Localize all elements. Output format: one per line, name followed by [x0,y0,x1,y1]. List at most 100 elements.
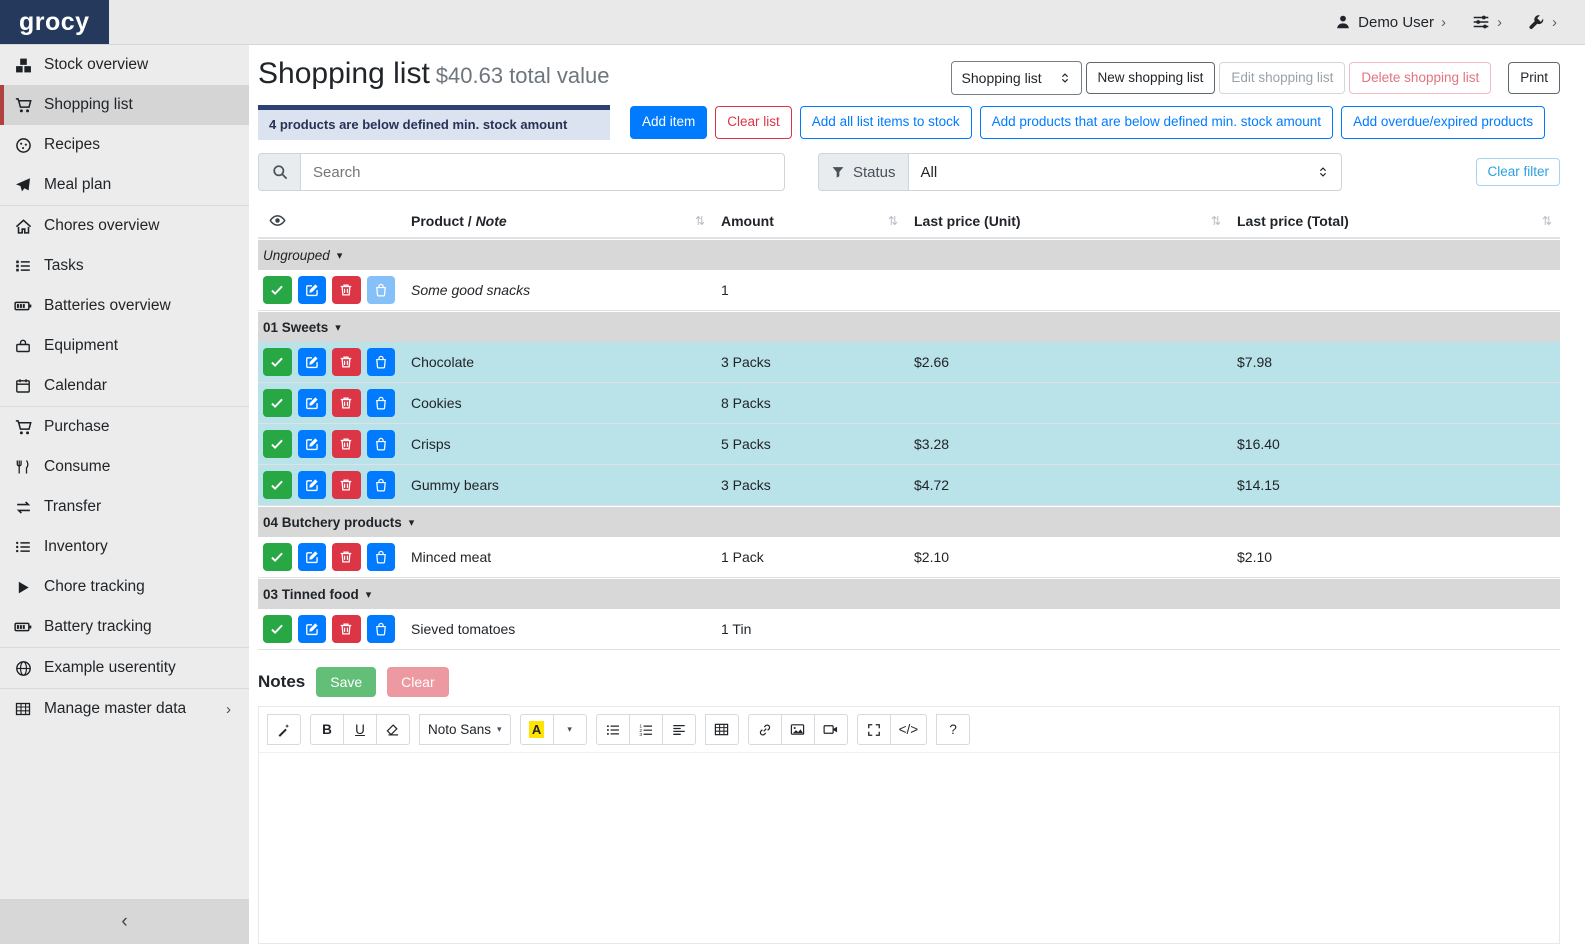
sidebar-item-meal-plan[interactable]: Meal plan [0,165,249,205]
clear-notes-button[interactable]: Clear [387,667,448,697]
column-header-product[interactable]: Product / Note ⇅ [403,205,713,237]
paragraph-align-button[interactable] [662,714,696,745]
add-overdue-products-button[interactable]: Add overdue/expired products [1341,106,1545,138]
sidebar-item-manage-master-data[interactable]: Manage master data › [0,689,249,729]
column-header-last-price-total[interactable]: Last price (Total) ⇅ [1229,205,1560,237]
trash-icon [339,550,353,564]
shopping-cart-icon [13,97,33,114]
sidebar-item-inventory[interactable]: Inventory [0,527,249,567]
mark-done-button[interactable] [263,471,292,499]
fullscreen-button[interactable] [857,714,891,745]
ordered-list-button[interactable] [629,714,663,745]
sidebar-item-example-userentity[interactable]: Example userentity [0,648,249,688]
list-icon [13,539,33,555]
notes-editor-container: B U Noto Sans ▾ A ▾ [258,706,1560,944]
column-header-amount[interactable]: Amount ⇅ [713,205,906,237]
sidebar-item-calendar[interactable]: Calendar [0,366,249,406]
sidebar-collapse-toggle[interactable]: ‹ [0,899,249,944]
boxes-icon [13,57,33,74]
user-menu[interactable]: Demo User › [1335,14,1446,31]
sidebar-item-battery-tracking[interactable]: Battery tracking [0,607,249,647]
app-logo[interactable]: grocy [0,0,109,44]
status-filter-select[interactable]: All [908,153,1342,191]
shopping-list-select[interactable]: Shopping list [951,61,1082,95]
edit-item-button[interactable] [298,615,327,643]
search-input[interactable] [300,153,785,191]
paragraph-style-button[interactable] [267,714,301,745]
shopping-bag-icon [374,478,388,492]
edit-item-button[interactable] [298,471,327,499]
underline-button[interactable]: U [343,714,377,745]
add-item-button[interactable]: Add item [630,106,707,138]
delete-item-button[interactable] [332,276,361,304]
group-header-03-tinned-food[interactable]: 03 Tinned food ▾ [258,579,1560,609]
print-button[interactable]: Print [1508,62,1560,94]
sidebar-item-chores-overview[interactable]: Chores overview [0,206,249,246]
notes-editor[interactable] [259,753,1559,943]
delete-item-button[interactable] [332,471,361,499]
sidebar-item-recipes[interactable]: Recipes [0,125,249,165]
add-to-stock-button[interactable] [367,276,396,304]
last-price-unit: $4.72 [906,477,1229,493]
delete-item-button[interactable] [332,543,361,571]
add-to-stock-button[interactable] [367,389,396,417]
delete-shopping-list-button[interactable]: Delete shopping list [1349,62,1491,94]
group-header-ungrouped[interactable]: Ungrouped ▾ [258,240,1560,270]
add-to-stock-button[interactable] [367,543,396,571]
delete-item-button[interactable] [332,389,361,417]
mark-done-button[interactable] [263,276,292,304]
edit-item-button[interactable] [298,389,327,417]
insert-link-button[interactable] [748,714,782,745]
sidebar-item-stock-overview[interactable]: Stock overview [0,45,249,85]
column-header-last-price-unit[interactable]: Last price (Unit) ⇅ [906,205,1229,237]
sidebar-item-equipment[interactable]: Equipment [0,326,249,366]
insert-picture-button[interactable] [781,714,815,745]
mark-done-button[interactable] [263,543,292,571]
bold-button[interactable]: B [310,714,344,745]
unordered-list-button[interactable] [596,714,630,745]
delete-item-button[interactable] [332,430,361,458]
edit-shopping-list-button[interactable]: Edit shopping list [1219,62,1345,94]
add-to-stock-button[interactable] [367,615,396,643]
sidebar-item-transfer[interactable]: Transfer [0,487,249,527]
sidebar-item-chore-tracking[interactable]: Chore tracking [0,567,249,607]
edit-item-button[interactable] [298,276,327,304]
add-to-stock-button[interactable] [367,348,396,376]
edit-item-button[interactable] [298,430,327,458]
new-shopping-list-button[interactable]: New shopping list [1086,62,1216,94]
help-button[interactable]: ? [936,714,970,745]
group-header-01-sweets[interactable]: 01 Sweets ▾ [258,312,1560,342]
sidebar-item-purchase[interactable]: Purchase [0,407,249,447]
sidebar-item-shopping-list[interactable]: Shopping list [0,85,249,125]
clear-formatting-button[interactable] [376,714,410,745]
text-color-button[interactable]: A [520,714,554,745]
highlight-color-swatch: A [529,721,544,738]
delete-item-button[interactable] [332,348,361,376]
group-header-04-butchery-products[interactable]: 04 Butchery products ▾ [258,507,1560,537]
search-group [258,153,785,191]
add-to-stock-button[interactable] [367,430,396,458]
sidebar-item-tasks[interactable]: Tasks [0,246,249,286]
mark-done-button[interactable] [263,348,292,376]
add-to-stock-button[interactable] [367,471,396,499]
add-all-to-stock-button[interactable]: Add all list items to stock [800,106,972,138]
code-view-button[interactable]: </> [890,714,928,745]
add-below-min-stock-button[interactable]: Add products that are below defined min.… [980,106,1333,138]
insert-table-button[interactable] [705,714,739,745]
mark-done-button[interactable] [263,615,292,643]
admin-menu[interactable]: › [1528,14,1557,31]
clear-list-button[interactable]: Clear list [715,106,792,138]
font-family-button[interactable]: Noto Sans ▾ [419,714,511,745]
insert-video-button[interactable] [814,714,848,745]
sidebar-item-batteries-overview[interactable]: Batteries overview [0,286,249,326]
edit-item-button[interactable] [298,348,327,376]
clear-filter-button[interactable]: Clear filter [1476,158,1560,186]
settings-menu[interactable]: › [1472,13,1502,31]
text-color-dropdown-button[interactable]: ▾ [553,714,587,745]
save-notes-button[interactable]: Save [316,667,376,697]
edit-item-button[interactable] [298,543,327,571]
mark-done-button[interactable] [263,430,292,458]
delete-item-button[interactable] [332,615,361,643]
sidebar-item-consume[interactable]: Consume [0,447,249,487]
mark-done-button[interactable] [263,389,292,417]
